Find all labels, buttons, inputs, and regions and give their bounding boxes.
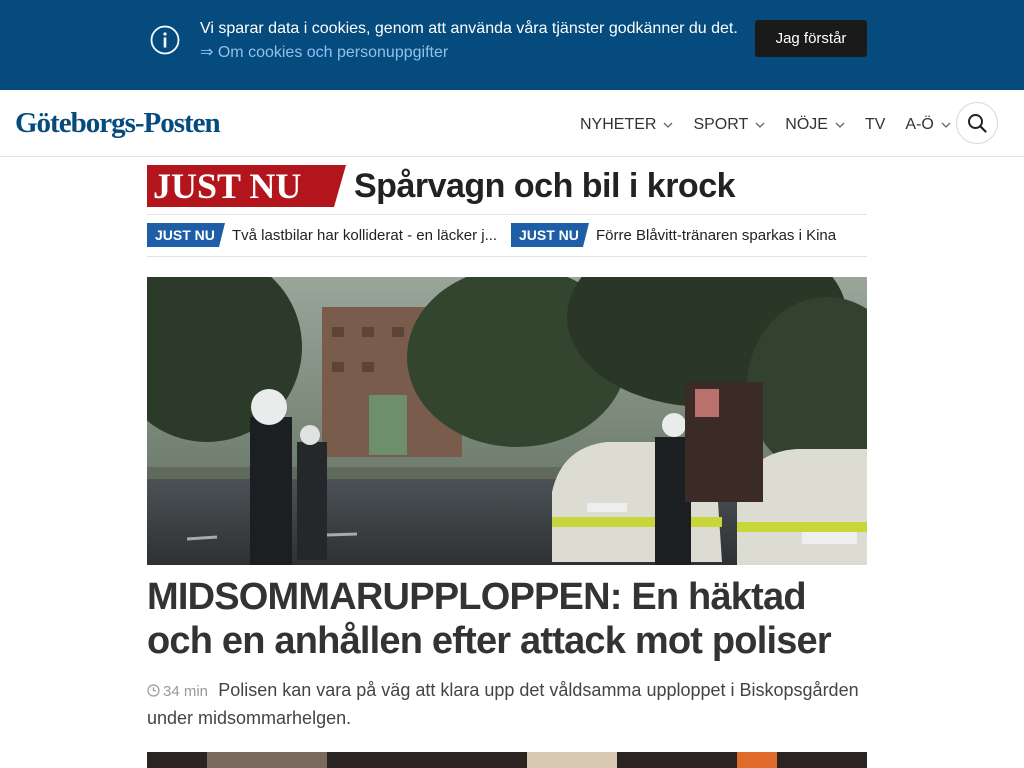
nav-item-tv[interactable]: TV [865,116,885,134]
chevron-down-icon [835,122,845,128]
search-icon [968,114,987,133]
divider [147,214,867,215]
cookie-banner: Vi sparar data i cookies, genom att anvä… [0,0,1024,90]
chevron-down-icon [755,122,765,128]
just-nu-item-text[interactable]: Förre Blåvitt-tränaren sparkas i Kina [596,227,836,244]
search-button[interactable] [956,102,998,144]
nav-item-noje[interactable]: NÖJE [785,116,845,134]
site-logo[interactable]: Göteborgs-Posten [15,104,221,142]
article-time-label: 34 min [163,683,209,700]
main-nav: NYHETER SPORT NÖJE TV A-Ö [580,112,971,138]
nav-item-label: TV [864,116,886,133]
just-nu-badge: JUST NU [511,223,589,247]
article-image[interactable] [147,277,867,565]
just-nu-item[interactable]: JUST NU Två lastbilar har kolliderat - e… [147,223,497,247]
just-nu-badge-label: JUST NU [155,227,215,243]
nav-item-label: NÖJE [785,116,828,133]
accept-cookies-button[interactable]: Jag förstår [755,20,867,57]
next-article-image[interactable] [147,752,867,768]
clock-icon [147,684,160,697]
article-headline[interactable]: MIDSOMMARUPPLOPPEN: En häktad och en anh… [147,575,877,663]
nav-item-nyheter[interactable]: NYHETER [580,116,673,134]
nav-item-a-o[interactable]: A-Ö [905,116,951,134]
article-time: 34 min [147,683,212,700]
article-lead: Polisen kan vara på väg att klara upp de… [147,680,859,728]
chevron-down-icon [663,122,673,128]
nav-item-label: NYHETER [580,116,657,133]
just-nu-flag: JUST NU [147,165,346,207]
article-meta: 34 min Polisen kan vara på väg att klara… [147,677,867,732]
just-nu-flag-label: JUST NU [153,166,302,206]
info-icon [150,25,180,55]
just-nu-main[interactable]: JUST NU Spårvagn och bil i krock [147,165,736,207]
chevron-down-icon [941,122,951,128]
nav-item-label: SPORT [693,116,749,133]
just-nu-badge-label: JUST NU [519,227,579,243]
nav-item-sport[interactable]: SPORT [693,116,765,134]
site-header: Göteborgs-Posten NYHETER SPORT NÖJE TV A… [0,90,1024,157]
just-nu-headline[interactable]: Spårvagn och bil i krock [354,167,736,206]
nav-item-label: A-Ö [905,116,934,133]
cookie-info-link[interactable]: ⇒ Om cookies och personuppgifter [200,43,448,63]
cookie-message: Vi sparar data i cookies, genom att anvä… [200,20,738,37]
just-nu-badge: JUST NU [147,223,225,247]
just-nu-item[interactable]: JUST NU Förre Blåvitt-tränaren sparkas i… [511,223,836,247]
just-nu-item-text[interactable]: Två lastbilar har kolliderat - en läcker… [232,227,497,244]
divider [147,256,867,257]
